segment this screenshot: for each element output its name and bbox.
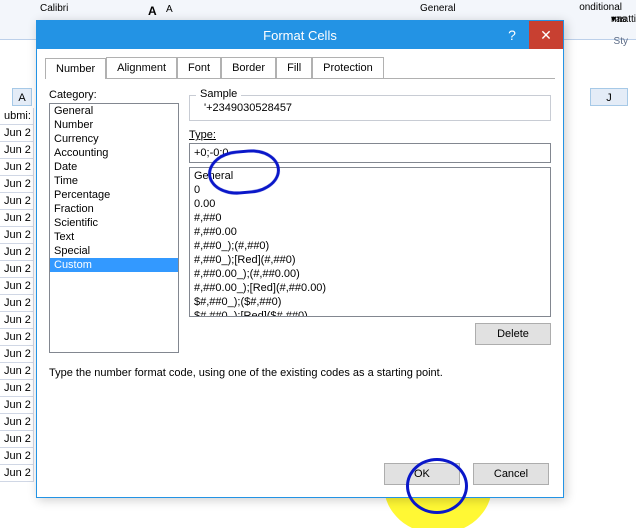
category-item[interactable]: Special — [50, 244, 178, 258]
bg-cell: Jun 2 — [0, 278, 34, 295]
close-button[interactable]: ✕ — [529, 21, 563, 49]
ribbon-general: General — [420, 3, 456, 14]
bg-cell: Jun 2 — [0, 397, 34, 414]
ribbon-font-name: Calibri — [40, 3, 68, 14]
format-code-item[interactable]: 0.00 — [192, 197, 548, 211]
bold-icon: A — [148, 4, 157, 18]
category-item[interactable]: Fraction — [50, 202, 178, 216]
font-icon: A — [166, 4, 173, 15]
format-code-item[interactable]: $#,##0_);($#,##0) — [192, 295, 548, 309]
format-code-item[interactable]: $#,##0_);[Red]($#,##0) — [192, 309, 548, 317]
delete-button[interactable]: Delete — [475, 323, 551, 345]
bg-cell: Jun 2 — [0, 346, 34, 363]
category-item[interactable]: General — [50, 104, 178, 118]
col-header-a: A — [12, 88, 32, 106]
ok-button[interactable]: OK — [384, 463, 460, 485]
format-cells-dialog: Format Cells ? ✕ NumberAlignmentFontBord… — [36, 20, 564, 498]
dialog-title: Format Cells — [263, 28, 337, 43]
hint-text: Type the number format code, using one o… — [49, 367, 551, 379]
tab-fill[interactable]: Fill — [276, 57, 312, 78]
bg-cell: Jun 2 — [0, 431, 34, 448]
format-code-item[interactable]: #,##0.00 — [192, 225, 548, 239]
bg-cell: Jun 2 — [0, 227, 34, 244]
bg-cell: Jun 2 — [0, 380, 34, 397]
bg-cell: Jun 2 — [0, 159, 34, 176]
bg-cell: Jun 2 — [0, 312, 34, 329]
format-code-item[interactable]: #,##0.00_);[Red](#,##0.00) — [192, 281, 548, 295]
bg-cell: Jun 2 — [0, 261, 34, 278]
dialog-actions: OK Cancel — [374, 463, 549, 485]
bg-cell: Jun 2 — [0, 176, 34, 193]
category-item[interactable]: Scientific — [50, 216, 178, 230]
bg-cell: Jun 2 — [0, 125, 34, 142]
category-item[interactable]: Percentage — [50, 188, 178, 202]
category-item[interactable]: Number — [50, 118, 178, 132]
bg-cell: Jun 2 — [0, 193, 34, 210]
category-item[interactable]: Accounting — [50, 146, 178, 160]
tab-border[interactable]: Border — [221, 57, 276, 78]
format-code-item[interactable]: #,##0_);[Red](#,##0) — [192, 253, 548, 267]
cancel-button[interactable]: Cancel — [473, 463, 549, 485]
category-item[interactable]: Currency — [50, 132, 178, 146]
bg-cell: Jun 2 — [0, 465, 34, 482]
sample-value: '+2349030528457 — [196, 102, 544, 114]
category-item[interactable]: Time — [50, 174, 178, 188]
tab-font[interactable]: Font — [177, 57, 221, 78]
sample-label: Sample — [196, 88, 241, 100]
bg-cell: ubmi: — [0, 108, 34, 125]
format-code-item[interactable]: 0 — [192, 183, 548, 197]
format-code-item[interactable]: #,##0.00_);(#,##0.00) — [192, 267, 548, 281]
category-item[interactable]: Custom — [50, 258, 178, 272]
bg-cell: Jun 2 — [0, 244, 34, 261]
bg-cell: Jun 2 — [0, 448, 34, 465]
type-input[interactable] — [189, 143, 551, 163]
bg-cell: Jun 2 — [0, 142, 34, 159]
type-label: Type: — [189, 129, 216, 141]
help-button[interactable]: ? — [495, 21, 529, 49]
dialog-tab-strip: NumberAlignmentFontBorderFillProtection — [45, 57, 555, 79]
sample-group: Sample '+2349030528457 — [189, 95, 551, 121]
format-code-item[interactable]: #,##0_);(#,##0) — [192, 239, 548, 253]
bg-cell: Jun 2 — [0, 329, 34, 346]
styles-group-label: Sty — [614, 36, 628, 47]
tab-number[interactable]: Number — [45, 58, 106, 79]
category-item[interactable]: Text — [50, 230, 178, 244]
bg-cell: Jun 2 — [0, 295, 34, 312]
tab-alignment[interactable]: Alignment — [106, 57, 177, 78]
col-header-j: J — [590, 88, 628, 106]
category-listbox[interactable]: GeneralNumberCurrencyAccountingDateTimeP… — [49, 103, 179, 353]
bg-cell: Jun 2 — [0, 210, 34, 227]
bg-cell: Jun 2 — [0, 363, 34, 380]
ribbon-conditional: onditional — [579, 2, 622, 13]
category-label: Category: — [49, 89, 179, 101]
format-code-item[interactable]: #,##0 — [192, 211, 548, 225]
format-codes-listbox[interactable]: General00.00#,##0#,##0.00#,##0_);(#,##0)… — [189, 167, 551, 317]
ribbon-formatting: rmatting ▾ as — [611, 14, 616, 25]
format-code-item[interactable]: General — [192, 169, 548, 183]
dialog-titlebar: Format Cells ? ✕ — [37, 21, 563, 49]
tab-protection[interactable]: Protection — [312, 57, 384, 78]
bg-cell: Jun 2 — [0, 414, 34, 431]
category-item[interactable]: Date — [50, 160, 178, 174]
